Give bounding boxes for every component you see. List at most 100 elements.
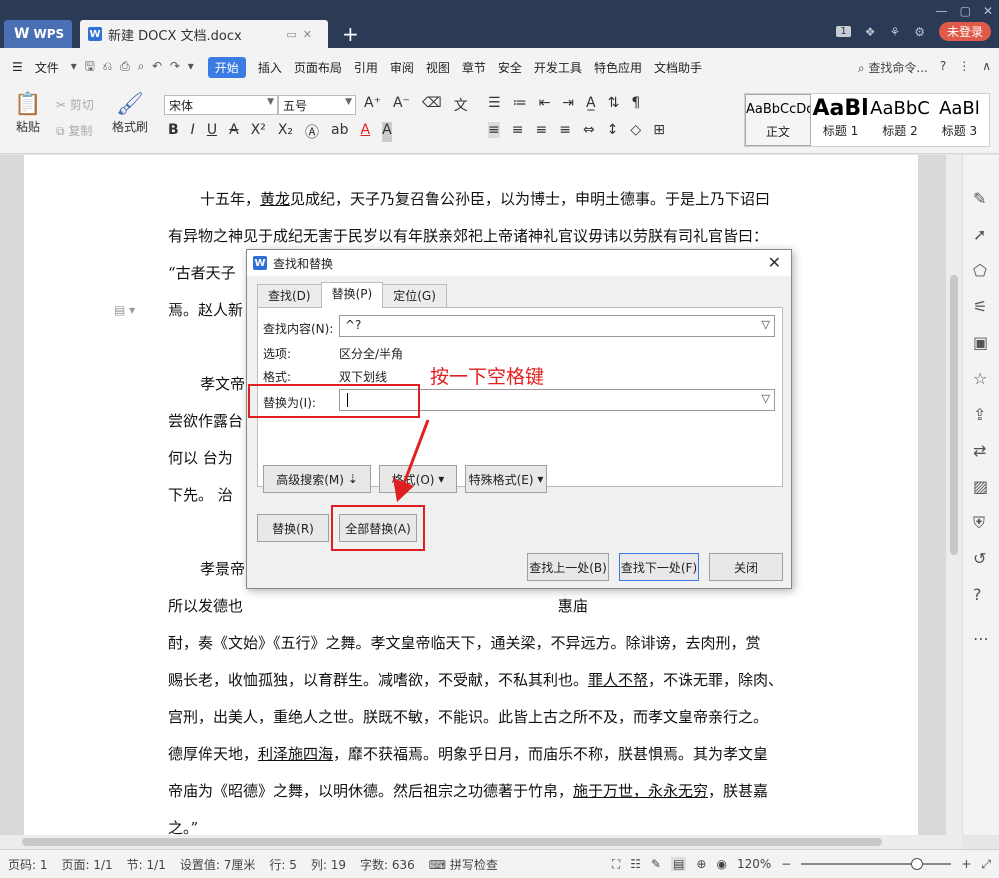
sync-icon[interactable]: ⚘ [889,25,900,39]
bullet-list-icon[interactable]: ☰ [488,95,501,111]
tab-view[interactable]: 视图 [426,59,450,76]
help-circle-icon[interactable]: ? [973,585,982,604]
new-tab-button[interactable]: + [342,22,359,46]
image-icon[interactable]: ▨ [973,477,988,496]
decrease-indent-icon[interactable]: ⇤ [539,95,551,111]
write-mode-icon[interactable]: ✎ [651,857,661,871]
shield-icon[interactable]: ⛨ [973,513,985,533]
strikethrough-icon[interactable]: A [229,122,239,142]
star-icon[interactable]: ☆ [973,369,987,388]
style-heading-2[interactable]: AaBbC 标题 2 [870,94,930,146]
edit-icon[interactable]: ✎ [973,189,986,208]
shading-icon[interactable]: ◇ [630,122,641,138]
chevron-down-icon[interactable]: ▽ [762,392,770,405]
vertical-scroll-thumb[interactable] [950,275,958,555]
status-setting[interactable]: 设置值: 7厘米 [180,856,256,873]
tab-goto[interactable]: 定位(G) [382,284,447,308]
close-button[interactable]: 关闭 [709,553,783,581]
zoom-slider[interactable] [801,863,951,865]
tab-section[interactable]: 章节 [462,59,486,76]
more-icon[interactable]: ⋮ [958,59,970,76]
window-count-badge[interactable]: 1 [836,26,850,37]
chevron-down-icon[interactable]: ▽ [762,318,770,331]
distribute-icon[interactable]: ⇔ [583,122,595,138]
line-spacing-icon[interactable]: ↕ [607,122,619,138]
align-left-icon[interactable]: ≡ [488,122,500,138]
copy-button[interactable]: ⧉ 复制 [56,122,92,139]
advanced-search-button[interactable]: 高级搜索(M) ⇣ [263,465,371,493]
increase-indent-icon[interactable]: ⇥ [562,95,574,111]
paste-button[interactable]: 📋 粘贴 [10,92,46,135]
tab-home[interactable]: 开始 [208,57,246,78]
status-section[interactable]: 节: 1/1 [127,856,166,873]
text-effect-icon[interactable]: Ⓐ [305,122,319,142]
fullscreen-icon[interactable]: ⛶ [612,857,620,872]
numbered-list-icon[interactable]: ≔ [513,95,527,111]
collapse-ribbon-icon[interactable]: ∧ [982,59,991,76]
document-line[interactable]: 赐长老，收恤孤独，以育群生。减嗜欲，不受献，不私其利也。罪人不帑，不诛无罪，除肉… [168,662,833,699]
paragraph-handle-icon[interactable]: ▤ ▾ [114,303,135,317]
find-previous-button[interactable]: 查找上一处(B) [527,553,609,581]
more-dots-icon[interactable]: ⋯ [973,629,989,648]
document-line[interactable]: 帝庙为《昭德》之舞，以明休德。然后祖宗之功德著于竹帛，施于万世，永永无穷，朕甚嘉 [168,773,833,810]
document-line[interactable]: 宫刑，出美人，重绝人之世。朕既不敏，不能识。此皆上古之所不及，而孝文皇帝亲行之。 [168,699,833,736]
italic-icon[interactable]: I [191,122,195,142]
select-icon[interactable]: ➚ [973,225,986,244]
eye-protection-icon[interactable]: ◉ [716,857,726,871]
tab-doc-assistant[interactable]: 文档助手 [654,59,702,76]
minimize-icon[interactable]: — [936,4,948,18]
superscript-icon[interactable]: X² [251,122,266,142]
horizontal-scroll-thumb[interactable] [22,838,882,846]
tab-security[interactable]: 安全 [498,59,522,76]
tab-close-icon[interactable]: ▭✕ [286,28,318,41]
align-center-icon[interactable]: ≡ [512,122,524,138]
document-tab[interactable]: W 新建 DOCX 文档.docx ▭✕ [80,20,328,48]
font-color-icon[interactable]: A [361,122,371,142]
fit-page-icon[interactable]: ⤢ [981,857,991,872]
dialog-titlebar[interactable]: W 查找和替换 ✕ [247,250,791,276]
web-view-icon[interactable]: ⊕ [696,857,706,871]
status-page-no[interactable]: 页码: 1 [8,856,48,873]
wps-home-tab[interactable]: W WPS [4,20,72,48]
document-line[interactable]: 所以发德也 惠庙 [168,588,833,625]
font-select[interactable]: 宋体▼ [164,95,278,115]
hamburger-menu-icon[interactable]: ☰ [12,60,23,74]
zoom-value[interactable]: 120% [737,857,771,871]
style-heading-3[interactable]: AaBl 标题 3 [930,94,989,146]
style-heading-1[interactable]: AaBl 标题 1 [811,94,870,146]
file-menu[interactable]: 文件 [35,59,59,76]
find-what-field[interactable]: ^? ▽ [339,315,775,337]
document-line[interactable]: 之。” [168,810,833,835]
cut-button[interactable]: ✂ 剪切 [56,96,94,113]
pinyin-icon[interactable]: 文 [454,95,468,115]
shrink-font-icon[interactable]: A⁻ [393,95,410,115]
tab-references[interactable]: 引用 [354,59,378,76]
align-right-icon[interactable]: ≡ [535,122,547,138]
zoom-out-icon[interactable]: − [781,857,791,871]
tab-features[interactable]: 特色应用 [594,59,642,76]
underline-icon[interactable]: U [207,122,217,142]
bold-icon[interactable]: B [168,122,179,142]
adjust-icon[interactable]: ⚟ [973,297,987,316]
document-line[interactable]: 十五年，黄龙见成纪，天子乃复召鲁公孙臣，以为博士，申明土德事。于是上乃下诏曰 [168,181,833,218]
maximize-icon[interactable]: ▢ [960,4,971,18]
page-view-icon[interactable]: ▤ [671,857,686,871]
vertical-scrollbar[interactable] [946,155,962,835]
borders-icon[interactable]: ⊞ [653,122,665,138]
close-window-icon[interactable]: ✕ [983,4,993,18]
status-words[interactable]: 字数: 636 [360,856,415,873]
find-next-button[interactable]: 查找下一处(F) [619,553,699,581]
outline-icon[interactable]: ☷ [630,857,641,871]
tab-insert[interactable]: 插入 [258,59,282,76]
subscript-icon[interactable]: X₂ [278,122,293,142]
format-painter-button[interactable]: 🖌 格式刷 [108,92,152,135]
login-button[interactable]: 未登录 [939,22,991,41]
quick-access-toolbar[interactable]: ▾ 🖫 ⎌ ⎙ ⌕ ↶ ↷ ▾ [71,57,196,78]
char-shading-icon[interactable]: A [382,122,392,142]
settings-icon[interactable]: ⚙ [914,25,925,39]
zoom-slider-knob[interactable] [911,858,923,870]
grow-font-icon[interactable]: A⁺ [364,95,381,115]
tab-page-layout[interactable]: 页面布局 [294,59,342,76]
highlight-icon[interactable]: ab [331,122,348,142]
tab-review[interactable]: 审阅 [390,59,414,76]
